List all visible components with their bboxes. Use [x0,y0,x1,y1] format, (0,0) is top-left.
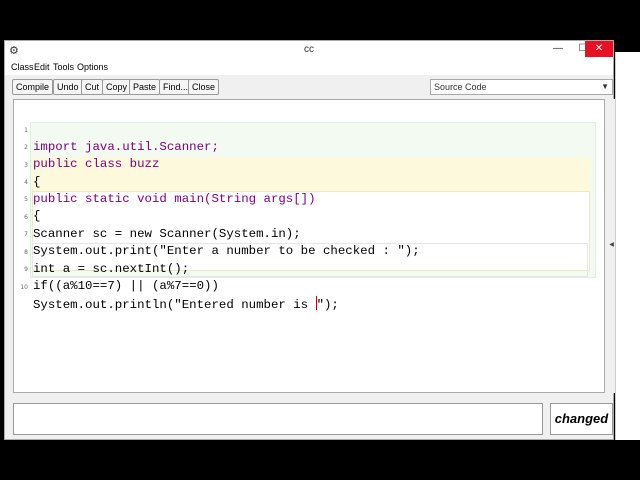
close-window-button[interactable]: ✕ [585,41,613,57]
scroll-left-icon[interactable]: ◀ [608,241,615,248]
cut-button[interactable]: Cut [81,79,104,95]
code-editor[interactable]: 1 import java.util.Scanner; 2 public cla… [13,99,605,393]
code-line[interactable]: 7 System.out.print("Enter a number to be… [14,209,594,258]
line-number: 10 [20,284,28,291]
code-line[interactable]: 8 int a = sc.nextInt(); [14,227,594,276]
compile-button[interactable]: Compile [12,79,54,95]
message-area [13,403,543,435]
window-title: cc [304,44,314,55]
text-before-cursor: System.out.println("Entered number is [33,298,316,312]
undo-button[interactable]: Undo [53,79,83,95]
line-text: System.out.println("Entered number is ")… [33,296,339,314]
title-bar: ⚙ cc — ☐ ✕ [5,41,613,62]
editor-window: ⚙ cc — ☐ ✕ Class Edit Tools Options Comp… [4,40,615,440]
text-after-cursor: "); [316,298,339,312]
minimize-button[interactable]: — [545,41,571,57]
close-button[interactable]: Close [188,79,220,95]
menu-bar: Class Edit Tools Options [5,61,613,75]
background-window-edge [615,52,640,440]
paste-button[interactable]: Paste [129,79,161,95]
copy-button[interactable]: Copy [102,79,132,95]
code-line[interactable]: 3 { [14,140,594,189]
chevron-down-icon: ▼ [601,82,609,91]
view-select-value: Source Code [434,82,487,92]
code-line[interactable]: 10 System.out.println("Entered number is… [14,262,594,312]
editor-scrollbar[interactable]: ◀ [608,99,615,393]
code-line[interactable]: 6 Scanner sc = new Scanner(System.in); [14,192,594,241]
menu-tools[interactable]: Tools [53,62,74,72]
code-line[interactable]: 5 { [14,174,594,223]
code-line[interactable]: 4 public static void main(String args[]) [14,157,594,206]
code-line[interactable]: 9 if((a%10==7) || (a%7==0)) [14,244,594,293]
changed-status: changed [550,403,613,435]
menu-options[interactable]: Options [77,62,108,72]
menu-edit[interactable]: Edit [34,62,50,72]
menu-class[interactable]: Class [11,62,34,72]
screen: ⚙ cc — ☐ ✕ Class Edit Tools Options Comp… [0,0,640,480]
code-line[interactable]: 1 import java.util.Scanner; [14,105,594,154]
code-line[interactable]: 2 public class buzz [14,122,594,171]
view-select[interactable]: Source Code ▼ [430,79,613,95]
